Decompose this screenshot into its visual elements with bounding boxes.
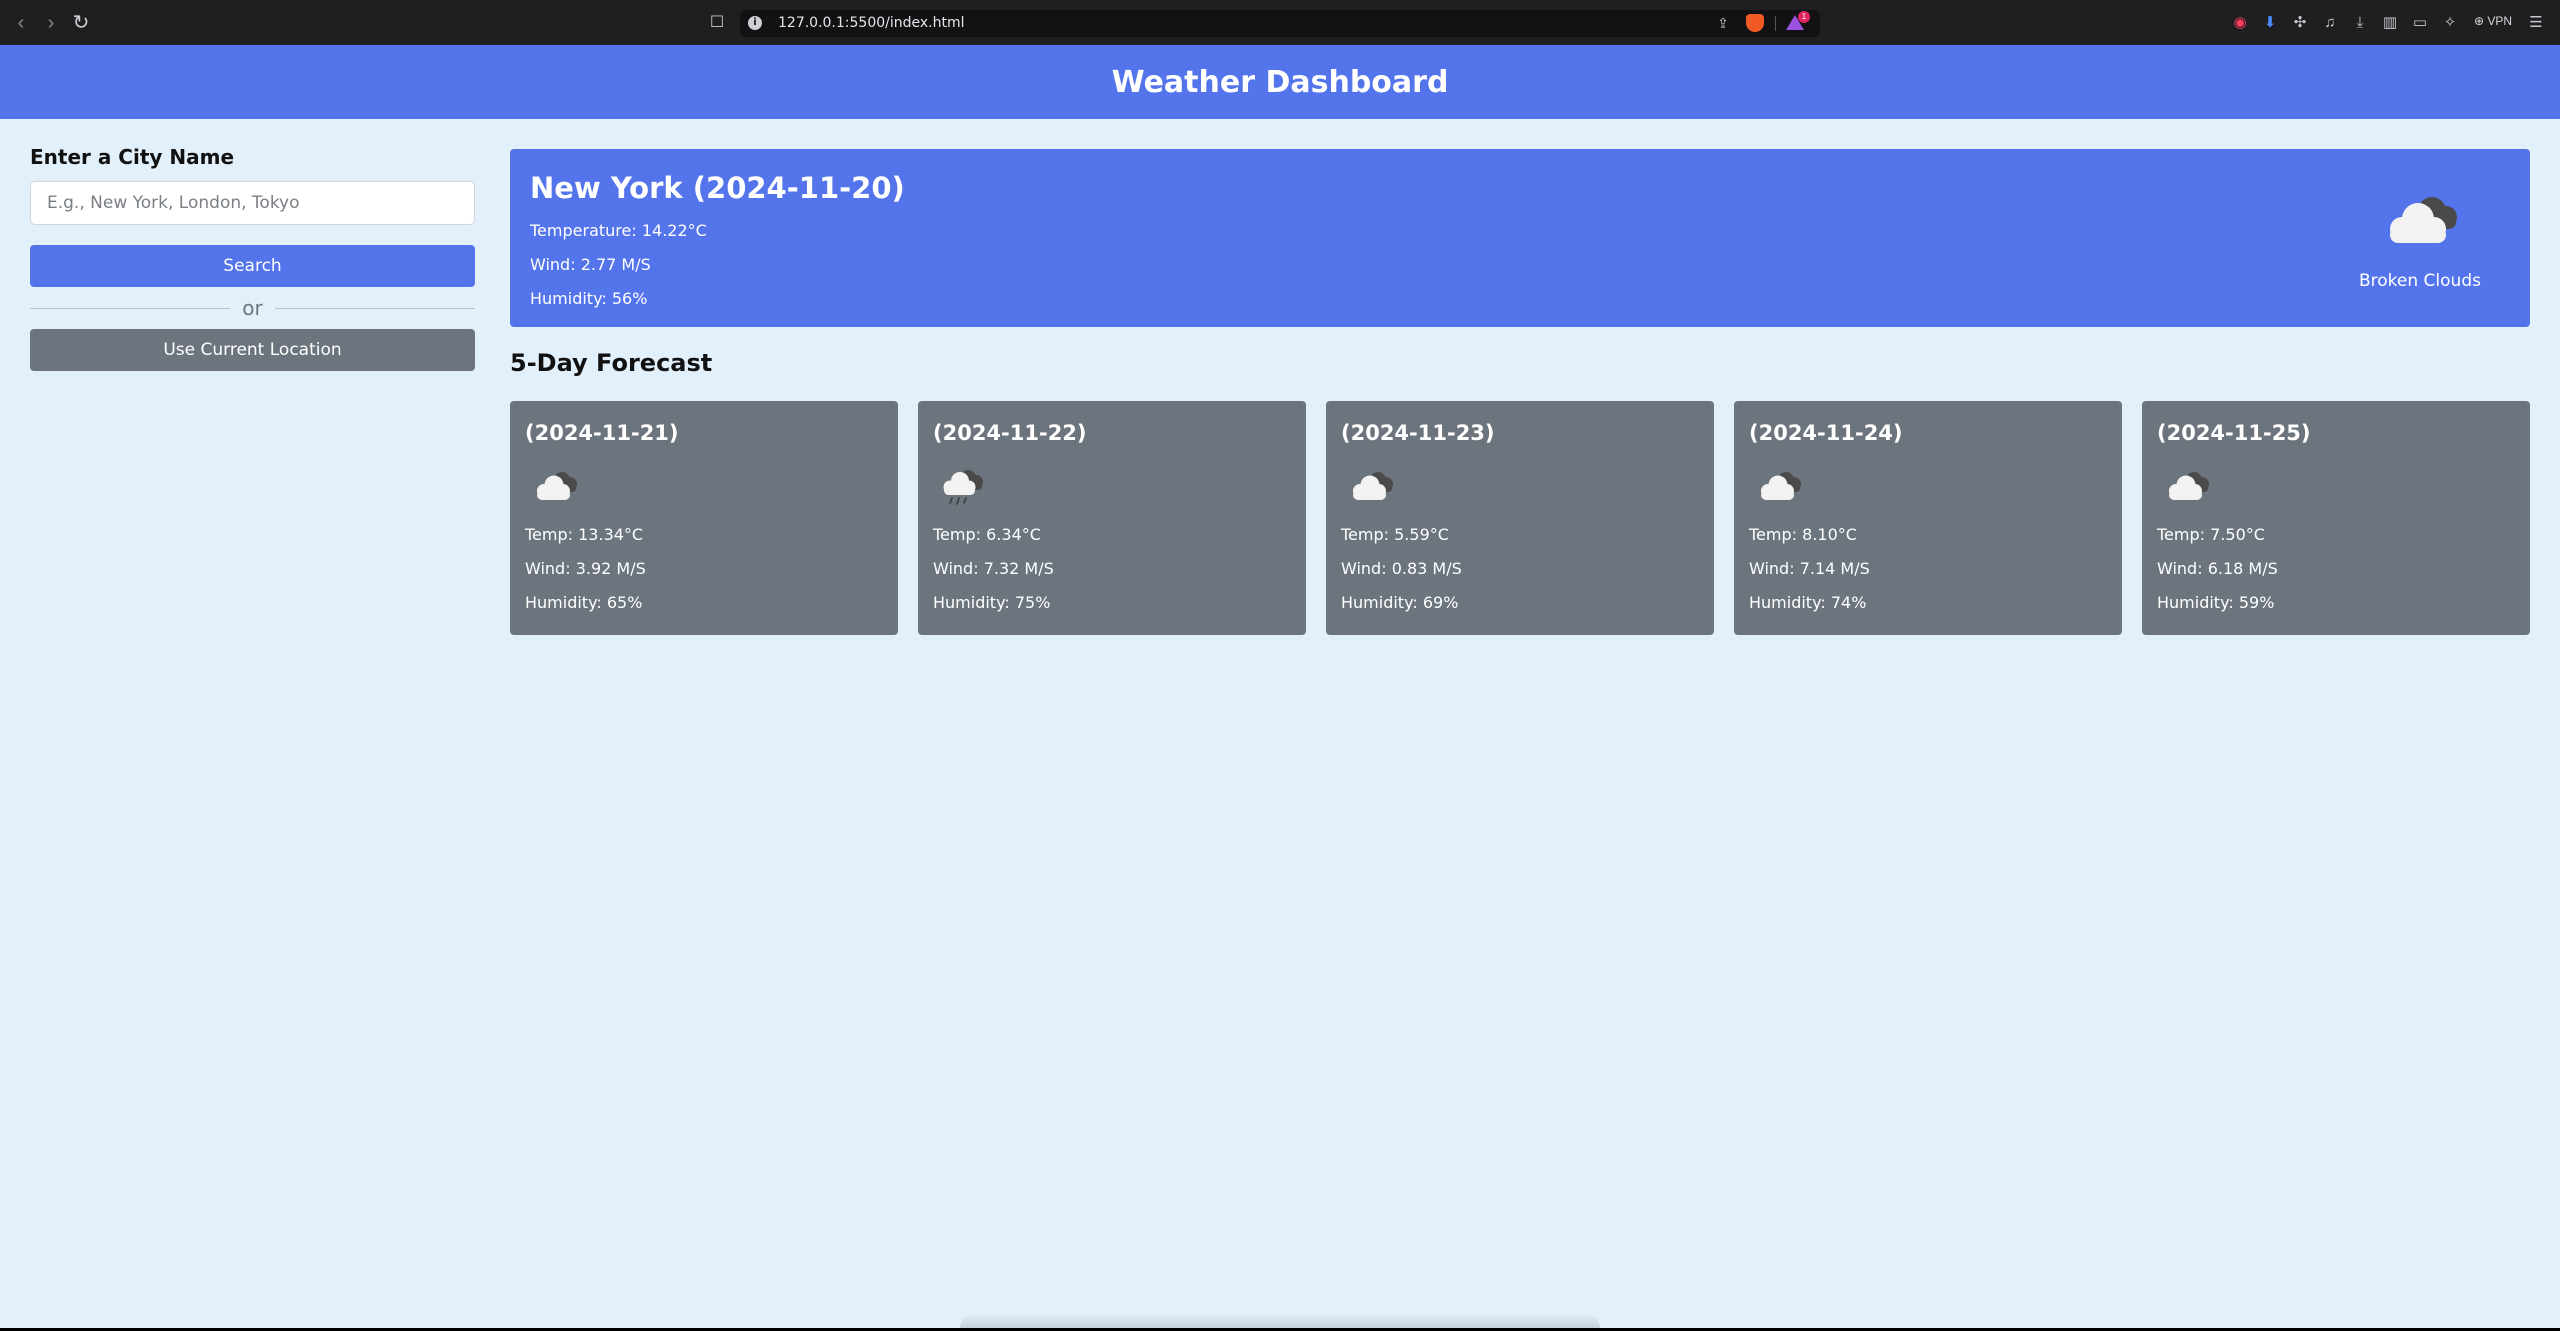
forecast-temp: Temp: 8.10°C — [1749, 525, 1857, 544]
bookmark-icon[interactable]: ☐ — [706, 12, 728, 34]
record-icon[interactable]: ◉ — [2230, 13, 2250, 33]
forward-icon[interactable]: › — [40, 12, 62, 34]
dock-shadow — [960, 1313, 1600, 1328]
downloads-icon[interactable]: ⤓ — [2350, 13, 2370, 33]
broken-clouds-icon — [1752, 465, 1808, 507]
forecast-card: (2024-11-23) Temp: 5.59°C Wind: 0.83 M/S… — [1326, 401, 1714, 635]
city-input-label: Enter a City Name — [30, 145, 235, 169]
brave-shields-icon[interactable] — [1746, 14, 1764, 32]
forecast-card: (2024-11-22) Temp: 6.34°C Wind: 7.32 M/S… — [918, 401, 1306, 635]
leo-ai-icon[interactable]: ✧ — [2440, 13, 2460, 33]
broken-clouds-icon — [2160, 465, 2216, 507]
url-text[interactable]: 127.0.0.1:5500/index.html — [778, 15, 965, 31]
forecast-date: (2024-11-22) — [933, 421, 1087, 445]
forecast-wind: Wind: 0.83 M/S — [1341, 559, 1462, 578]
current-wind: Wind: 2.77 M/S — [530, 255, 651, 274]
current-humidity: Humidity: 56% — [530, 289, 648, 308]
forecast-cards: (2024-11-21) Temp: 13.34°C Wind: 3.92 M/… — [510, 401, 2530, 635]
forecast-card: (2024-11-25) Temp: 7.50°C Wind: 6.18 M/S… — [2142, 401, 2530, 635]
or-divider: or — [30, 293, 475, 323]
app-header: Weather Dashboard — [0, 45, 2560, 119]
search-panel: Enter a City Name Search or Use Current … — [30, 145, 475, 371]
menu-icon[interactable]: ☰ — [2526, 13, 2546, 33]
forecast-card: (2024-11-24) Temp: 8.10°C Wind: 7.14 M/S… — [1734, 401, 2122, 635]
divider-line — [275, 308, 475, 309]
forecast-humidity: Humidity: 65% — [525, 593, 643, 612]
forecast-date: (2024-11-21) — [525, 421, 679, 445]
forecast-humidity: Humidity: 59% — [2157, 593, 2275, 612]
forecast-date: (2024-11-24) — [1749, 421, 1903, 445]
rain-icon — [936, 465, 992, 507]
forecast-wind: Wind: 3.92 M/S — [525, 559, 646, 578]
current-weather-card: New York (2024-11-20) Temperature: 14.22… — [510, 149, 2530, 327]
download-extension-icon[interactable]: ⬇ — [2260, 13, 2280, 33]
current-temperature: Temperature: 14.22°C — [530, 221, 707, 240]
vpn-label: VPN — [2487, 14, 2513, 28]
broken-clouds-icon — [1344, 465, 1400, 507]
weather-description: Broken Clouds — [2359, 271, 2481, 291]
use-current-location-button[interactable]: Use Current Location — [30, 329, 475, 371]
page-title: Weather Dashboard — [1111, 64, 1449, 100]
forecast-card: (2024-11-21) Temp: 13.34°C Wind: 3.92 M/… — [510, 401, 898, 635]
forecast-humidity: Humidity: 75% — [933, 593, 1051, 612]
vpn-button[interactable]: ⊕ VPN — [2474, 14, 2512, 28]
sidebar-icon[interactable]: ▥ — [2380, 13, 2400, 33]
city-search-input[interactable] — [30, 181, 475, 225]
search-button[interactable]: Search — [30, 245, 475, 287]
share-icon[interactable]: ⇪ — [1714, 14, 1732, 32]
forecast-humidity: Humidity: 74% — [1749, 593, 1867, 612]
broken-clouds-icon — [2374, 185, 2470, 255]
forecast-wind: Wind: 7.32 M/S — [933, 559, 1054, 578]
current-city-date: New York (2024-11-20) — [530, 171, 905, 205]
forecast-date: (2024-11-23) — [1341, 421, 1495, 445]
forecast-temp: Temp: 7.50°C — [2157, 525, 2265, 544]
music-icon[interactable]: ♫ — [2320, 13, 2340, 33]
address-bar[interactable]: i 127.0.0.1:5500/index.html ⇪ 1 — [740, 10, 1820, 37]
reload-icon[interactable]: ↻ — [70, 12, 92, 34]
toolbar-separator — [1775, 16, 1776, 31]
forecast-temp: Temp: 5.59°C — [1341, 525, 1449, 544]
browser-toolbar: ‹ › ↻ ☐ i 127.0.0.1:5500/index.html ⇪ 1 … — [0, 0, 2560, 46]
forecast-temp: Temp: 13.34°C — [525, 525, 644, 544]
rewards-badge: 1 — [1798, 11, 1810, 23]
forecast-humidity: Humidity: 69% — [1341, 593, 1459, 612]
back-icon[interactable]: ‹ — [10, 12, 32, 34]
forecast-date: (2024-11-25) — [2157, 421, 2311, 445]
forecast-wind: Wind: 7.14 M/S — [1749, 559, 1870, 578]
forecast-wind: Wind: 6.18 M/S — [2157, 559, 2278, 578]
site-info-icon[interactable]: i — [748, 16, 762, 30]
wallet-icon[interactable]: ▭ — [2410, 13, 2430, 33]
forecast-temp: Temp: 6.34°C — [933, 525, 1041, 544]
broken-clouds-icon — [528, 465, 584, 507]
extensions-icon[interactable]: ✣ — [2290, 13, 2310, 33]
page-viewport: Weather Dashboard Enter a City Name Sear… — [0, 45, 2560, 1328]
forecast-heading: 5-Day Forecast — [510, 349, 713, 377]
